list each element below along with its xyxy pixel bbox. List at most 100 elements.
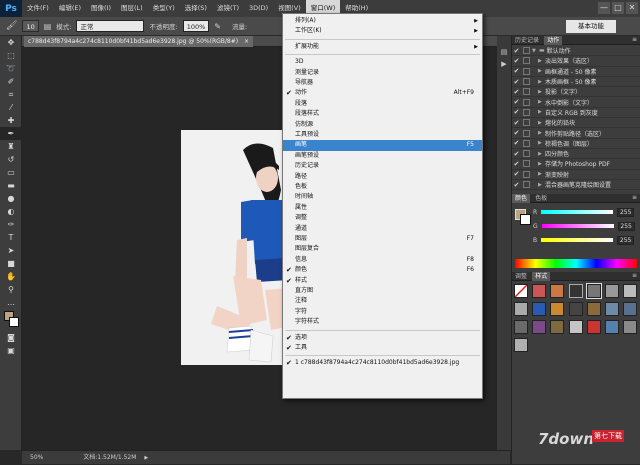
green-value[interactable]: 255 — [617, 221, 635, 231]
eyedropper-tool-icon[interactable]: ⁄ — [0, 101, 22, 114]
check-icon[interactable]: ✔ — [512, 78, 521, 86]
dialog-toggle[interactable] — [523, 181, 530, 188]
dialog-toggle[interactable] — [523, 78, 530, 86]
window-menu-item[interactable]: 属性 — [283, 203, 482, 213]
style-swatch[interactable] — [586, 320, 601, 335]
window-menu-item[interactable]: 字符样式 — [283, 317, 482, 327]
expand-arrow-icon[interactable]: ▶ — [538, 151, 545, 157]
dialog-toggle[interactable] — [523, 57, 530, 65]
style-swatch[interactable] — [623, 320, 638, 335]
dialog-toggle[interactable] — [523, 139, 530, 147]
action-set-row[interactable]: ✔ ▼ ▬ 默认动作 — [512, 46, 640, 57]
style-swatch[interactable] — [514, 320, 528, 335]
history-brush-tool-icon[interactable]: ↺ — [0, 153, 22, 166]
check-icon[interactable]: ✔ — [512, 170, 521, 178]
style-swatch[interactable] — [550, 302, 565, 317]
marquee-tool-icon[interactable]: ⬚ — [0, 49, 22, 62]
window-menu-item[interactable]: 1 c788d43f8794a4c274c8110d0bf41bd5ad6e39… — [283, 358, 482, 368]
window-menu-item[interactable]: 图层复合 — [283, 244, 482, 254]
action-row[interactable]: ✔ ▶ 制作剪贴路径（选区） — [512, 128, 640, 139]
red-value[interactable]: 255 — [617, 207, 635, 217]
expand-arrow-icon[interactable]: ▶ — [538, 89, 545, 95]
style-swatch[interactable] — [514, 284, 528, 299]
dialog-toggle[interactable] — [523, 119, 530, 127]
expand-arrow-icon[interactable]: ▶ — [538, 99, 545, 105]
action-row[interactable]: ✔ ▶ 画框通道 - 50 像素 — [512, 67, 640, 77]
window-menu-item[interactable]: 通道 — [283, 224, 482, 234]
clone-stamp-tool-icon[interactable]: ♜ — [0, 140, 22, 153]
workspace-select[interactable]: 基本功能 — [566, 20, 616, 33]
menu-item[interactable]: 3D(D) — [244, 0, 273, 17]
screen-mode-icon[interactable]: ▣ — [0, 344, 22, 357]
menu-item[interactable]: 图像(I) — [86, 0, 116, 17]
move-tool-icon[interactable]: ✥ — [0, 36, 22, 49]
window-menu-item[interactable]: 颜色 ✔ F6 — [283, 265, 482, 275]
window-menu-item[interactable]: 导航器 — [283, 78, 482, 88]
tab-styles[interactable]: 样式 — [532, 272, 551, 282]
check-icon[interactable]: ✔ — [512, 98, 521, 106]
window-menu-item[interactable]: 工具预设 — [283, 130, 482, 140]
action-row[interactable]: ✔ ▶ 存储为 Photoshop PDF — [512, 159, 640, 170]
shape-tool-icon[interactable]: ■ — [0, 257, 22, 270]
action-row[interactable]: ✔ ▶ 四分颜色 — [512, 149, 640, 160]
green-slider[interactable] — [541, 224, 614, 229]
style-swatch[interactable] — [585, 283, 602, 300]
color-swatches[interactable] — [0, 309, 21, 331]
maximize-button[interactable]: □ — [612, 2, 624, 14]
dialog-toggle[interactable] — [523, 47, 530, 55]
style-swatch[interactable] — [514, 338, 528, 353]
window-menu-item[interactable]: 样式 ✔ — [283, 276, 482, 286]
gradient-tool-icon[interactable]: ▬ — [0, 179, 22, 192]
menu-item[interactable]: 编辑(E) — [54, 0, 86, 17]
expand-arrow-icon[interactable]: ▶ — [538, 79, 545, 85]
expand-arrow-icon[interactable]: ▶ — [538, 161, 545, 167]
more-tools-icon[interactable]: … — [0, 296, 22, 309]
window-menu-item[interactable]: 仿制源 — [283, 120, 482, 130]
type-tool-icon[interactable]: T — [0, 231, 22, 244]
action-row[interactable]: ✔ ▶ 熔化的铅块 — [512, 118, 640, 129]
style-swatch[interactable] — [568, 302, 583, 317]
check-icon[interactable]: ✔ — [512, 119, 521, 127]
window-menu-item[interactable]: 选项 ✔ — [283, 333, 482, 343]
dialog-toggle[interactable] — [523, 67, 530, 75]
quick-select-tool-icon[interactable]: ✐ — [0, 75, 22, 88]
window-menu-item[interactable]: 扩展功能 ▶ — [283, 42, 482, 52]
window-menu-item[interactable]: 直方图 — [283, 286, 482, 296]
check-icon[interactable]: ✔ — [512, 129, 521, 137]
mode-select[interactable]: 正常 — [76, 20, 145, 32]
window-menu-item[interactable]: 字符 — [283, 307, 482, 317]
expand-arrow-icon[interactable]: ▶ — [538, 182, 545, 188]
window-menu-item[interactable]: 历史记录 — [283, 161, 482, 171]
check-icon[interactable]: ✔ — [512, 181, 521, 189]
menu-item[interactable]: 图层(L) — [116, 0, 148, 17]
window-menu-item[interactable]: 段落 — [283, 99, 482, 109]
tab-color[interactable]: 颜色 — [512, 194, 531, 204]
action-row[interactable]: ✔ ▶ 淡出效果（选区） — [512, 56, 640, 67]
lasso-tool-icon[interactable]: ➰ — [0, 62, 22, 75]
style-swatch[interactable] — [568, 320, 583, 335]
style-swatch[interactable] — [532, 302, 547, 317]
window-menu-item[interactable]: 排列(A) ▶ — [283, 16, 482, 26]
panel-menu-icon[interactable]: ≡ — [632, 194, 637, 201]
expand-arrow-icon[interactable]: ▼ — [532, 48, 539, 54]
path-select-tool-icon[interactable]: ➤ — [0, 244, 22, 257]
window-menu-item[interactable]: 信息 F8 — [283, 255, 482, 265]
opacity-field[interactable]: 100% — [182, 20, 210, 32]
crop-tool-icon[interactable]: ⌗ — [0, 88, 22, 101]
action-row[interactable]: ✔ ▶ 混合器画笔克隆绘图设置 — [512, 180, 640, 191]
window-menu-item[interactable]: 路径 — [283, 172, 482, 182]
menu-item[interactable]: 类型(Y) — [148, 0, 180, 17]
tab-swatches[interactable]: 色板 — [532, 194, 550, 203]
style-swatch[interactable] — [605, 284, 620, 299]
style-swatch[interactable] — [532, 284, 547, 299]
dodge-tool-icon[interactable]: ◐ — [0, 205, 22, 218]
window-menu-item[interactable]: 调整 — [283, 213, 482, 223]
check-icon[interactable]: ✔ — [512, 57, 521, 65]
brush-panel-toggle-icon[interactable]: ▤ — [44, 22, 52, 31]
panel-menu-icon[interactable]: ≡ — [632, 272, 637, 279]
check-icon[interactable]: ✔ — [512, 88, 521, 96]
tab-history[interactable]: 历史记录 — [512, 36, 542, 45]
window-menu-item[interactable]: 动作 ✔ Alt+F9 — [283, 88, 482, 98]
dialog-toggle[interactable] — [523, 98, 530, 106]
window-menu-item[interactable]: 画笔预设 — [283, 151, 482, 161]
